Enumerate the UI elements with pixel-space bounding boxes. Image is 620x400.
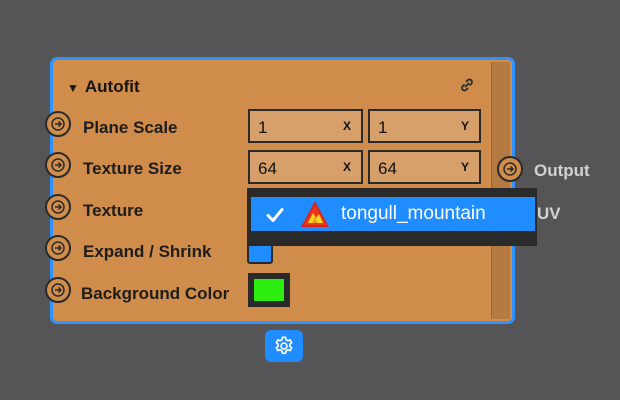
plane-scale-y-input[interactable]: 1 Y	[368, 109, 481, 143]
texture-size-input-port[interactable]	[45, 152, 71, 178]
texture-size-x-input[interactable]: 64 X	[248, 150, 363, 184]
arrow-right-icon	[51, 241, 65, 255]
texture-size-y-value: 64	[378, 159, 397, 178]
background-color-label: Background Color	[81, 284, 230, 303]
selected-texture-name: tongull_mountain	[341, 203, 486, 224]
plane-scale-x-value: 1	[258, 118, 268, 137]
texture-dropdown[interactable]: tongull_mountain	[247, 188, 537, 246]
texture-input-port[interactable]	[45, 194, 71, 220]
background-color-swatch[interactable]	[248, 273, 290, 307]
arrow-right-icon	[51, 117, 65, 131]
plane-scale-y-value: 1	[378, 118, 388, 137]
gear-icon	[275, 336, 293, 355]
chevron-down-icon[interactable]: ▼	[67, 81, 79, 95]
dropdown-item-selected[interactable]: tongull_mountain	[251, 197, 535, 231]
texture-size-label: Texture Size	[83, 159, 182, 178]
expand-shrink-input-port[interactable]	[45, 235, 71, 261]
plane-scale-x-input[interactable]: 1 X	[248, 109, 363, 143]
texture-size-x-value: 64	[258, 159, 277, 178]
arrow-right-icon	[51, 158, 65, 172]
axis-x-label: X	[342, 119, 351, 133]
check-icon	[266, 208, 284, 222]
plane-scale-label: Plane Scale	[83, 118, 178, 137]
axis-x-label: X	[342, 160, 351, 174]
background-color-fill	[254, 279, 284, 301]
plane-scale-input-port[interactable]	[45, 111, 71, 137]
output-port[interactable]	[497, 156, 523, 182]
texture-size-y-input[interactable]: 64 Y	[368, 150, 481, 184]
node-settings-button[interactable]	[265, 330, 303, 362]
expand-shrink-label: Expand / Shrink	[83, 242, 212, 261]
axis-y-label: Y	[460, 119, 469, 133]
node-title-label: Autofit	[84, 77, 140, 96]
texture-label: Texture	[83, 201, 144, 220]
arrow-right-icon	[51, 283, 65, 297]
link-icon[interactable]	[459, 77, 475, 93]
arrow-right-icon	[51, 200, 65, 214]
mountain-asset-icon	[301, 201, 329, 227]
axis-y-label: Y	[460, 160, 469, 174]
arrow-right-icon	[503, 162, 517, 176]
background-color-input-port[interactable]	[45, 277, 71, 303]
uv-output-label: UV	[537, 204, 561, 223]
output-label: Output	[534, 161, 590, 180]
node-title[interactable]: ▼ Autofit	[67, 77, 140, 97]
